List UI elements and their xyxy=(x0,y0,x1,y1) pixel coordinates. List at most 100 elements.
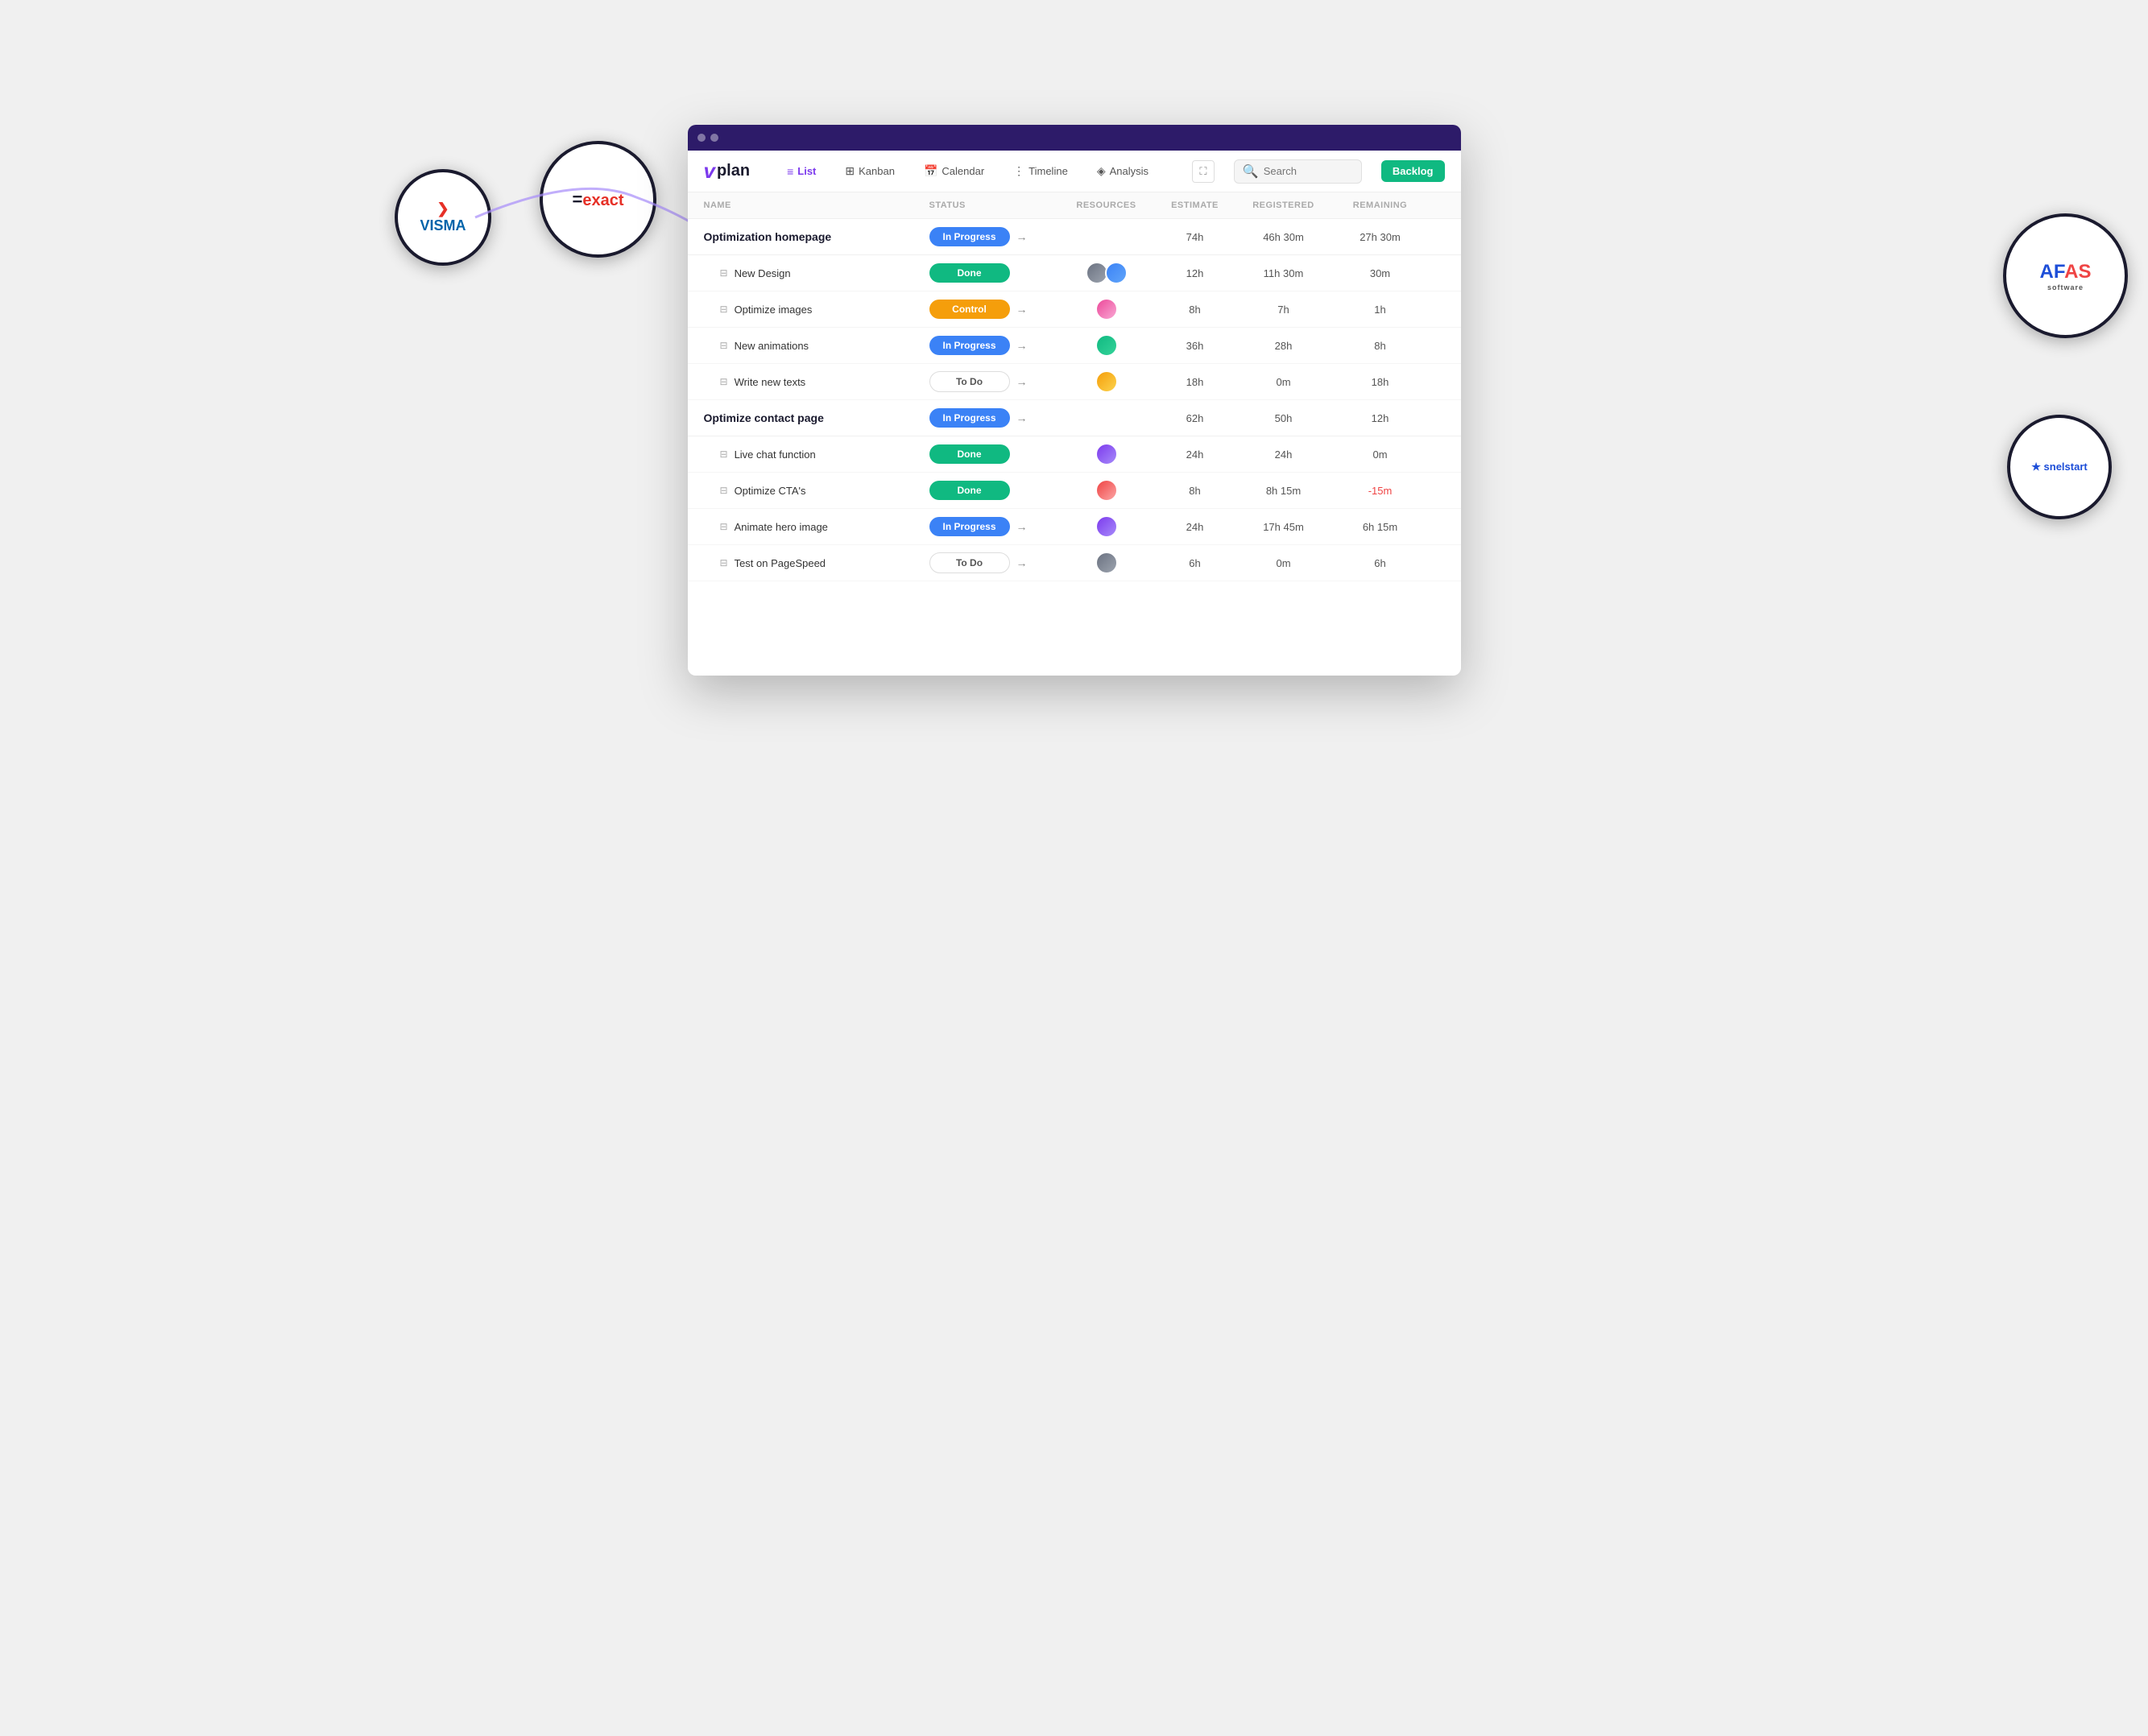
task-estimate: 12h xyxy=(1155,267,1235,279)
task-registered: 0m xyxy=(1235,376,1332,388)
task-status-badge: In Progress xyxy=(929,517,1010,536)
task-status-cell: In Progress → xyxy=(929,336,1058,355)
task-estimate: 36h xyxy=(1155,340,1235,352)
task-type-icon: ⊟ xyxy=(720,340,728,351)
task-name-cell: ⊟ Animate hero image xyxy=(704,521,929,533)
nav-bar: vplan ≡ List ⊞ Kanban 📅 Calendar ⋮ Timel… xyxy=(688,151,1461,192)
task-status-cell: Done xyxy=(929,444,1058,464)
window-dot-2 xyxy=(710,134,718,142)
task-row: ⊟ Animate hero image In Progress → 24h 1… xyxy=(688,509,1461,545)
visma-logo: ❯ VISMA xyxy=(395,169,491,266)
task-arrow-button[interactable]: → xyxy=(1016,556,1028,569)
task-name-cell: ⊟ Live chat function xyxy=(704,448,929,461)
group-status-badge: In Progress xyxy=(929,227,1010,246)
task-status-cell: Control → xyxy=(929,300,1058,319)
col-status: STATUS xyxy=(929,200,1058,210)
group-row: Optimize contact page In Progress → 62h … xyxy=(688,400,1461,436)
backlog-button[interactable]: Backlog xyxy=(1381,160,1445,182)
task-registered: 17h 45m xyxy=(1235,521,1332,533)
task-name[interactable]: New animations xyxy=(735,340,809,352)
task-resources-cell xyxy=(1058,334,1155,357)
task-name[interactable]: Test on PageSpeed xyxy=(735,557,826,569)
task-estimate: 8h xyxy=(1155,485,1235,497)
task-row: ⊟ Write new texts To Do → 18h 0m 18h xyxy=(688,364,1461,400)
group-row: Optimization homepage In Progress → 74h … xyxy=(688,219,1461,255)
group-estimate: 74h xyxy=(1155,231,1235,243)
avatar xyxy=(1095,443,1118,465)
task-type-icon: ⊟ xyxy=(720,304,728,315)
col-resources: RESOURCES xyxy=(1058,200,1155,210)
search-bar[interactable]: 🔍 xyxy=(1234,159,1362,184)
main-content: NAME STATUS RESOURCES ESTIMATE REGISTERE… xyxy=(688,192,1461,676)
kanban-icon: ⊞ xyxy=(845,164,855,178)
window-dot-1 xyxy=(697,134,706,142)
fullscreen-button[interactable]: ⛶ xyxy=(1192,160,1215,183)
nav-calendar[interactable]: 📅 Calendar xyxy=(919,161,989,181)
task-registered: 0m xyxy=(1235,557,1332,569)
task-arrow-button[interactable]: → xyxy=(1016,339,1028,352)
col-remaining: REMAINING xyxy=(1332,200,1429,210)
nav-timeline[interactable]: ⋮ Timeline xyxy=(1008,161,1073,181)
task-resources-cell xyxy=(1058,262,1155,284)
list-icon: ≡ xyxy=(787,165,793,178)
task-arrow-button[interactable]: → xyxy=(1016,520,1028,533)
table-body: Optimization homepage In Progress → 74h … xyxy=(688,219,1461,581)
search-input[interactable] xyxy=(1264,165,1353,177)
task-remaining: 0m xyxy=(1332,448,1429,461)
task-estimate: 6h xyxy=(1155,557,1235,569)
task-arrow-button[interactable]: → xyxy=(1016,375,1028,388)
task-name[interactable]: Animate hero image xyxy=(735,521,828,533)
task-name-cell: ⊟ Test on PageSpeed xyxy=(704,557,929,569)
task-arrow-button[interactable]: → xyxy=(1016,303,1028,316)
task-name-cell: ⊟ Optimize CTA's xyxy=(704,485,929,497)
group-remaining: 12h xyxy=(1332,412,1429,424)
task-registered: 28h xyxy=(1235,340,1332,352)
task-name[interactable]: Optimize images xyxy=(735,304,813,316)
task-type-icon: ⊟ xyxy=(720,448,728,460)
col-name: NAME xyxy=(704,200,929,210)
task-name[interactable]: New Design xyxy=(735,267,791,279)
task-estimate: 24h xyxy=(1155,521,1235,533)
task-name[interactable]: Optimize CTA's xyxy=(735,485,806,497)
group-status-cell: In Progress → xyxy=(929,227,1058,246)
group-arrow-button[interactable]: → xyxy=(1016,230,1028,243)
title-bar xyxy=(688,125,1461,151)
group-name: Optimization homepage xyxy=(704,230,929,243)
group-estimate: 62h xyxy=(1155,412,1235,424)
group-remaining: 27h 30m xyxy=(1332,231,1429,243)
group-name: Optimize contact page xyxy=(704,411,929,424)
task-status-badge: In Progress xyxy=(929,336,1010,355)
task-name-cell: ⊟ Optimize images xyxy=(704,304,929,316)
task-resources-cell xyxy=(1058,479,1155,502)
task-status-cell: To Do → xyxy=(929,552,1058,573)
task-name-cell: ⊟ New Design xyxy=(704,267,929,279)
group-registered: 50h xyxy=(1235,412,1332,424)
group-status-badge: In Progress xyxy=(929,408,1010,428)
task-status-badge: Control xyxy=(929,300,1010,319)
group-registered: 46h 30m xyxy=(1235,231,1332,243)
task-name[interactable]: Write new texts xyxy=(735,376,806,388)
nav-kanban[interactable]: ⊞ Kanban xyxy=(840,161,900,181)
task-estimate: 18h xyxy=(1155,376,1235,388)
task-status-badge: To Do xyxy=(929,552,1010,573)
group-arrow-button[interactable]: → xyxy=(1016,411,1028,424)
col-registered: REGISTERED xyxy=(1235,200,1332,210)
task-remaining: 6h xyxy=(1332,557,1429,569)
avatar xyxy=(1095,515,1118,538)
task-row: ⊟ Optimize images Control → 8h 7h 1h xyxy=(688,291,1461,328)
timeline-icon: ⋮ xyxy=(1013,164,1024,178)
avatar xyxy=(1095,334,1118,357)
nav-analysis[interactable]: ◈ Analysis xyxy=(1092,161,1153,181)
task-resources-cell xyxy=(1058,443,1155,465)
task-status-cell: Done xyxy=(929,263,1058,283)
app-window: vplan ≡ List ⊞ Kanban 📅 Calendar ⋮ Timel… xyxy=(688,125,1461,676)
task-status-badge: Done xyxy=(929,263,1010,283)
task-name[interactable]: Live chat function xyxy=(735,448,816,461)
task-resources-cell xyxy=(1058,370,1155,393)
task-registered: 11h 30m xyxy=(1235,267,1332,279)
task-row: ⊟ New animations In Progress → 36h 28h 8… xyxy=(688,328,1461,364)
task-status-cell: To Do → xyxy=(929,371,1058,392)
task-row: ⊟ Optimize CTA's Done 8h 8h 15m -15m xyxy=(688,473,1461,509)
task-name-cell: ⊟ New animations xyxy=(704,340,929,352)
nav-list[interactable]: ≡ List xyxy=(782,162,821,181)
